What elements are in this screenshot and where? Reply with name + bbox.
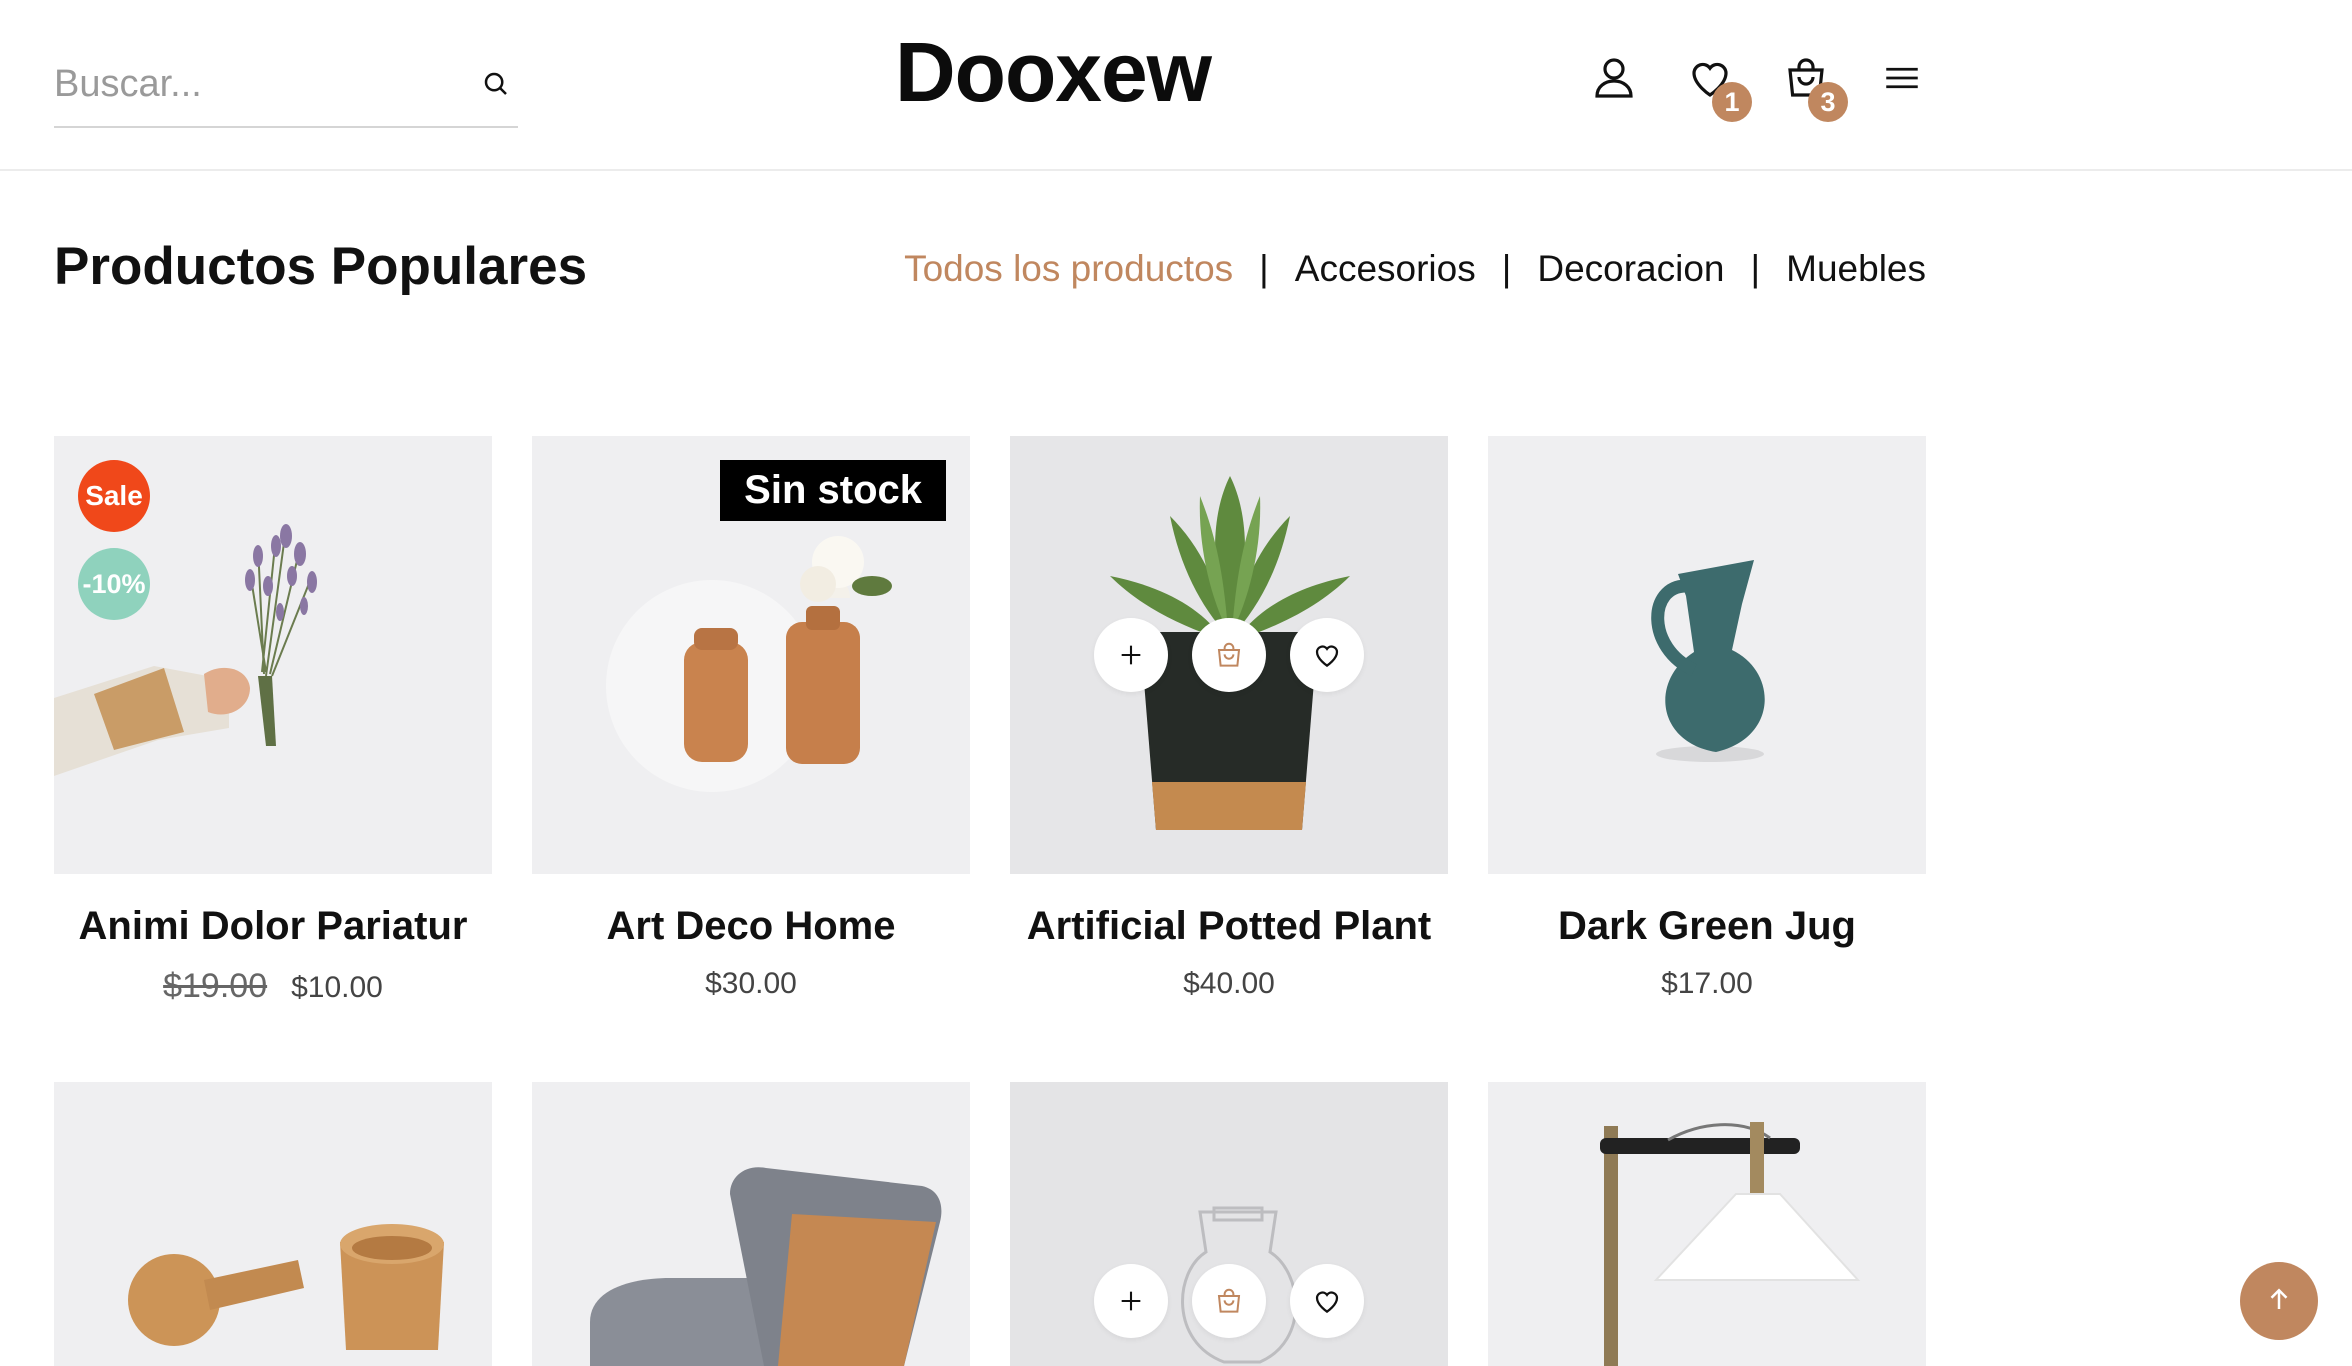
green-jug-image [1651, 560, 1765, 762]
plus-icon[interactable] [1094, 1264, 1168, 1338]
plus-icon[interactable] [1094, 618, 1168, 692]
filter-divider: | [1750, 248, 1761, 289]
product-price: $17.00 [1661, 967, 1753, 1000]
section-title: Productos Populares [54, 237, 588, 296]
arrow-up-icon [2264, 1284, 2294, 1319]
product-image[interactable] [1488, 1082, 1926, 1366]
wishlist-count-badge: 1 [1712, 82, 1752, 122]
add-to-cart-icon[interactable] [1192, 618, 1266, 692]
product-card[interactable]: Artificial Potted Plant $40.00 [1010, 436, 1448, 1001]
product-card[interactable]: Dark Green Jug $17.00 [1488, 436, 1926, 1001]
product-card[interactable] [1488, 1082, 1926, 1366]
menu-icon[interactable] [1870, 46, 1934, 110]
product-card[interactable]: Sin stock Art Deco Home $30.00 [532, 436, 970, 1001]
scroll-to-top-button[interactable] [2240, 1262, 2318, 1340]
discount-badge: -10% [78, 548, 150, 620]
product-name[interactable]: Animi Dolor Pariatur [54, 904, 492, 949]
product-card[interactable] [1010, 1082, 1448, 1366]
out-of-stock-badge: Sin stock [720, 460, 946, 521]
cart-count-badge: 3 [1808, 82, 1848, 122]
category-filters: Todos los productos | Accesorios | Decor… [904, 248, 1926, 290]
filter-divider: | [1259, 248, 1269, 289]
filter-divider: | [1501, 248, 1512, 289]
product-price: $19.00 $10.00 [54, 967, 492, 1006]
product-price: $30.00 [705, 967, 797, 1000]
wishlist-icon[interactable]: 1 [1678, 46, 1752, 122]
product-name[interactable]: Dark Green Jug [1488, 904, 1926, 949]
product-card[interactable] [54, 1082, 492, 1366]
sale-badge: Sale [78, 460, 150, 532]
filter-all-products[interactable]: Todos los productos [904, 248, 1233, 290]
product-image[interactable] [1488, 436, 1926, 874]
site-header: Dooxew 1 3 [0, 0, 2352, 171]
product-old-price: $19.00 [163, 967, 268, 1005]
product-price: $40.00 [1183, 967, 1275, 1000]
product-card[interactable]: Sale -10% Animi Dolor Pariatur $19.00 $10… [54, 436, 492, 1006]
product-card[interactable] [532, 1082, 970, 1366]
lounge-chair-image [590, 1167, 942, 1366]
product-quick-actions [1010, 618, 1448, 692]
product-image[interactable] [1010, 436, 1448, 874]
product-image[interactable]: Sin stock [532, 436, 970, 874]
cart-icon[interactable]: 3 [1774, 46, 1848, 122]
filter-decoration[interactable]: Decoracion [1537, 248, 1724, 290]
product-name[interactable]: Artificial Potted Plant [1010, 904, 1448, 949]
product-image[interactable] [1010, 1082, 1448, 1366]
floor-lamp-image [1600, 1122, 1861, 1366]
wooden-mortar-image [128, 1224, 444, 1350]
product-sale-price: $10.00 [291, 971, 383, 1004]
user-icon[interactable] [1582, 46, 1646, 110]
heart-icon[interactable] [1290, 618, 1364, 692]
product-name[interactable]: Art Deco Home [532, 904, 970, 949]
product-image[interactable] [532, 1082, 970, 1366]
product-quick-actions [1010, 1264, 1448, 1338]
filter-accessories[interactable]: Accesorios [1295, 248, 1476, 290]
add-to-cart-icon[interactable] [1192, 1264, 1266, 1338]
product-image[interactable] [54, 1082, 492, 1366]
product-image[interactable]: Sale -10% [54, 436, 492, 874]
filter-furniture[interactable]: Muebles [1786, 248, 1926, 290]
heart-icon[interactable] [1290, 1264, 1364, 1338]
